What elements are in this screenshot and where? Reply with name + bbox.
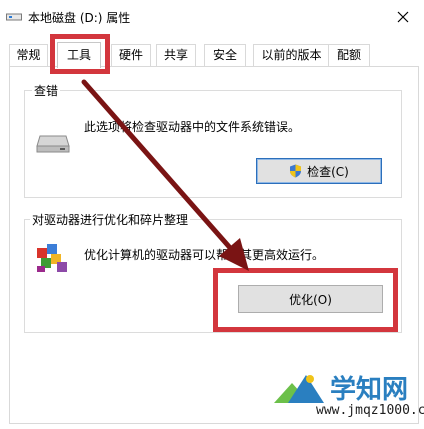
watermark: 学知网 www.jmqz1000.com bbox=[268, 367, 424, 425]
shield-icon bbox=[290, 164, 302, 178]
close-button[interactable] bbox=[390, 5, 416, 29]
title-bar: 本地磁盘 (D:) 属性 bbox=[0, 0, 424, 34]
tab-tools[interactable]: 工具 bbox=[57, 42, 101, 68]
tab-security[interactable]: 安全 bbox=[204, 44, 246, 66]
error-check-title: 查错 bbox=[32, 82, 61, 99]
close-icon bbox=[397, 11, 409, 23]
properties-window: 本地磁盘 (D:) 属性 常规 工具 硬件 共享 安全 以前的版本 配额 查错 … bbox=[0, 0, 424, 429]
drive-icon bbox=[6, 13, 22, 21]
tab-general[interactable]: 常规 bbox=[9, 44, 48, 66]
watermark-brand: 学知网 bbox=[330, 375, 409, 405]
check-button-label: 检查(C) bbox=[307, 164, 349, 179]
optimize-description: 优化计算机的驱动器可以帮助其更高效运行。 bbox=[84, 248, 325, 262]
tab-quota[interactable]: 配额 bbox=[328, 44, 370, 66]
hard-drive-icon bbox=[36, 135, 70, 153]
watermark-url: www.jmqz1000.com bbox=[316, 403, 424, 418]
tab-sharing[interactable]: 共享 bbox=[156, 44, 196, 66]
defrag-icon bbox=[37, 244, 67, 272]
optimize-button-highlight bbox=[213, 268, 398, 332]
check-button[interactable]: 检查(C) bbox=[256, 158, 382, 184]
error-check-description: 此选项将检查驱动器中的文件系统错误。 bbox=[84, 120, 301, 134]
window-title: 本地磁盘 (D:) 属性 bbox=[28, 11, 131, 25]
tab-previous-versions[interactable]: 以前的版本 bbox=[253, 44, 330, 66]
tab-hardware[interactable]: 硬件 bbox=[111, 44, 151, 66]
optimize-title: 对驱动器进行优化和碎片整理 bbox=[30, 211, 191, 228]
